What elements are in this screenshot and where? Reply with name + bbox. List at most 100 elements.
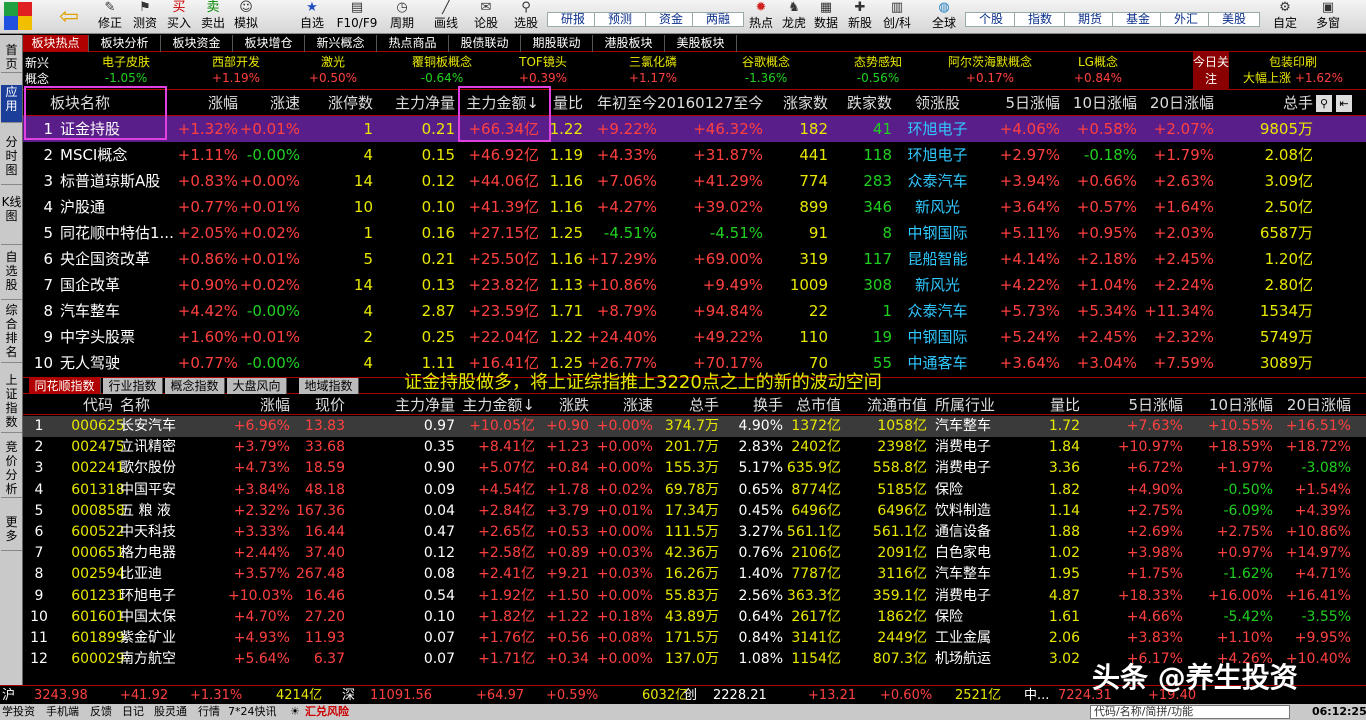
market-forex-button[interactable]: 外汇 — [1160, 12, 1212, 27]
subtab-market-direction[interactable]: 大盘风向 — [227, 378, 287, 394]
sector-row[interactable]: 7 国企改革 +0.90% +0.02% 14 0.13 +23.82亿 1.13 +10.86… — [23, 272, 1366, 298]
tool-button[interactable]: ✉ 论股 — [472, 0, 500, 34]
ticker-item[interactable]: 三氯化磷 +1.17% — [598, 54, 708, 86]
stock-row[interactable]: 2 002475 立讯精密 +3.79% 33.68 0.35 +8.41亿 +1.23 +0.… — [23, 437, 1366, 458]
column-header[interactable]: 5日涨幅 — [1080, 395, 1183, 415]
left-tab-shanghai-index[interactable]: 上证指数 — [1, 373, 22, 433]
ticker-item[interactable]: 谷歌概念 -1.36% — [711, 54, 821, 86]
column-header[interactable]: 涨速 — [238, 91, 300, 116]
tool-button[interactable]: ✎ 修正 — [96, 0, 124, 34]
stock-row[interactable]: 1 000625 长安汽车 +6.96% 13.83 0.97 +10.05亿 +0.90 +0… — [23, 416, 1366, 437]
bottom-link[interactable]: 手机端 — [46, 704, 79, 720]
tool-button[interactable]: ╱ 画线 — [432, 0, 460, 34]
column-header[interactable]: 涨速 — [589, 395, 653, 415]
ticker-item[interactable]: 覆铜板概念 -0.64% — [387, 54, 497, 86]
column-header[interactable]: 总市值 — [783, 395, 841, 415]
code-search-input[interactable]: 代码/名称/简拼/功能 — [1090, 705, 1290, 719]
ticker-item[interactable]: 电子皮肤 -1.05% — [71, 54, 181, 86]
stock-row[interactable]: 11 601899 紫金矿业 +4.93% 11.93 0.07 +1.76亿 +0.56 +0… — [23, 628, 1366, 649]
sector-row[interactable]: 2 MSCI概念 +1.11% -0.00% 4 0.15 +46.92亿 1.19 +4.33… — [23, 142, 1366, 168]
tab-sector-hot[interactable]: 板块热点 — [23, 35, 89, 52]
ticker-item[interactable]: 阿尔茨海默概念 +0.17% — [935, 54, 1045, 86]
column-header[interactable]: 20日涨幅 — [1137, 91, 1214, 116]
tool-button[interactable]: ▤ F10/F9 — [337, 0, 378, 34]
today-focus-item[interactable]: 包装印刷 大幅上涨 +1.62% — [1233, 54, 1353, 86]
column-header[interactable]: 涨幅 — [228, 395, 290, 415]
back-arrow-icon[interactable]: ⇦ — [55, 0, 83, 34]
bottom-link[interactable]: 行情 — [198, 704, 220, 720]
left-tab-apps[interactable]: 应用 — [1, 85, 22, 123]
sector-row[interactable]: 9 中字头股票 +1.60% +0.01% 2 0.25 +22.04亿 1.22 +24.40… — [23, 324, 1366, 350]
tab-stock-bond[interactable]: 股债联动 — [449, 35, 521, 52]
tab-sector-increase[interactable]: 板块增仓 — [233, 35, 305, 52]
column-header[interactable]: 10日涨幅 — [1060, 91, 1137, 116]
alert-text[interactable]: 汇兑风险 — [305, 704, 349, 720]
column-header[interactable]: 涨停数 — [303, 91, 373, 116]
column-header[interactable]: 5日涨幅 — [983, 91, 1060, 116]
stock-row[interactable]: 7 000651 格力电器 +2.44% 37.40 0.12 +2.58亿 +0.89 +0.… — [23, 543, 1366, 564]
index-name[interactable]: 深 — [342, 686, 355, 705]
market-index-button[interactable]: 指数 — [1014, 12, 1066, 27]
subtab-concept-index[interactable]: 概念指数 — [165, 378, 225, 394]
column-header[interactable]: 流通市值 — [841, 395, 927, 415]
tool-button[interactable]: ⚲ 选股 — [512, 0, 540, 34]
market-futures-button[interactable]: 期货 — [1064, 12, 1116, 27]
bottom-link[interactable]: 7*24快讯 — [228, 704, 277, 720]
sector-row[interactable]: 8 汽车整车 +4.42% -0.00% 4 2.87 +23.59亿 1.71 +8.79% +… — [23, 298, 1366, 324]
tool-button[interactable]: ✚ 新股 — [846, 0, 874, 34]
index-name[interactable]: 中... — [1024, 686, 1049, 705]
column-header[interactable]: 跌家数 — [828, 91, 892, 116]
subtab-industry-index[interactable]: 行业指数 — [103, 378, 163, 394]
left-tab-ranking[interactable]: 综合排名 — [1, 303, 22, 363]
collapse-icon[interactable]: ⇤ — [1336, 95, 1352, 112]
market-fund-button[interactable]: 基金 — [1112, 12, 1164, 27]
sector-row[interactable]: 5 同花顺中特估1... +2.05% +0.02% 1 0.16 +27.15亿 1.25 -… — [23, 220, 1366, 246]
research-button[interactable]: 研报 — [547, 12, 599, 27]
bottom-link[interactable]: 日记 — [122, 704, 144, 720]
left-tab-timeshare[interactable]: 分时图 — [1, 135, 22, 185]
column-header[interactable]: 涨跌 — [535, 395, 589, 415]
left-tab-home[interactable]: 首页 — [1, 43, 22, 73]
sector-row[interactable]: 6 央企国资改革 +0.86% +0.01% 5 0.21 +25.50亿 1.16 +17.2… — [23, 246, 1366, 272]
search-icon[interactable]: ⚲ — [1316, 95, 1332, 112]
multi-window-button[interactable]: ▣ 多窗 — [1314, 0, 1342, 34]
column-header[interactable]: 领涨股 — [892, 91, 983, 116]
bottom-link[interactable]: 反馈 — [90, 704, 112, 720]
bottom-link[interactable]: 学投资 — [2, 704, 35, 720]
left-tab-more[interactable]: 更多 — [1, 515, 22, 551]
stock-row[interactable]: 4 601318 中国平安 +3.84% 48.18 0.09 +4.54亿 +1.78 +0.… — [23, 480, 1366, 501]
column-header[interactable]: 20160127至今 — [657, 91, 763, 116]
tab-hk-sectors[interactable]: 港股板块 — [593, 35, 665, 52]
column-header[interactable]: 量比 — [1003, 395, 1080, 415]
column-header[interactable]: 10日涨幅 — [1183, 395, 1273, 415]
forecast-button[interactable]: 预测 — [594, 12, 646, 27]
today-focus-label[interactable]: 今日关注 — [1193, 52, 1229, 90]
column-header[interactable]: 现价 — [290, 395, 345, 415]
index-name[interactable]: 创 — [684, 686, 697, 705]
column-header[interactable]: 换手 — [719, 395, 783, 415]
funds-button[interactable]: 资金 — [645, 12, 697, 27]
column-header[interactable]: 名称 — [120, 395, 193, 415]
sector-row[interactable]: 3 标普道琼斯A股 +0.83% +0.00% 14 0.12 +44.06亿 1.16 +7.… — [23, 168, 1366, 194]
sector-row[interactable]: 4 沪股通 +0.77% +0.01% 10 0.10 +41.39亿 1.16 +4.27% +… — [23, 194, 1366, 220]
column-header[interactable]: 20日涨幅 — [1273, 395, 1351, 415]
left-tab-auction[interactable]: 竞价分析 — [1, 440, 22, 498]
index-name[interactable]: 沪 — [2, 686, 15, 705]
left-tab-watchlist[interactable]: 自选股 — [1, 250, 22, 300]
stock-row[interactable]: 9 601231 环旭电子 +10.03% 16.46 0.54 +1.92亿 +1.50 +0… — [23, 586, 1366, 607]
stock-row[interactable]: 3 002241 歌尔股份 +4.73% 18.59 0.90 +5.07亿 +0.84 +0.… — [23, 458, 1366, 479]
column-header[interactable]: 所属行业 — [935, 395, 1003, 415]
tab-sector-funds[interactable]: 板块资金 — [161, 35, 233, 52]
market-stock-button[interactable]: 个股 — [965, 12, 1017, 27]
column-header[interactable]: 年初至今 — [583, 91, 657, 116]
tab-futures-stock[interactable]: 期股联动 — [521, 35, 593, 52]
ticker-item[interactable]: 态势感知 -0.56% — [823, 54, 933, 86]
left-tab-kline[interactable]: K线图 — [1, 195, 22, 245]
column-header[interactable]: 涨家数 — [763, 91, 828, 116]
bottom-link[interactable]: 股灵通 — [154, 704, 187, 720]
ticker-item[interactable]: 激光 +0.50% — [278, 54, 388, 86]
tool-button[interactable]: ▥ 创/科 — [883, 0, 911, 34]
tab-us-sectors[interactable]: 美股板块 — [665, 35, 737, 52]
subtab-ths-index[interactable]: 同花顺指数 — [29, 378, 101, 394]
sector-row[interactable]: 1 证金持股 +1.32% +0.01% 1 0.21 +66.34亿 1.22 +9.22% +… — [23, 116, 1366, 142]
